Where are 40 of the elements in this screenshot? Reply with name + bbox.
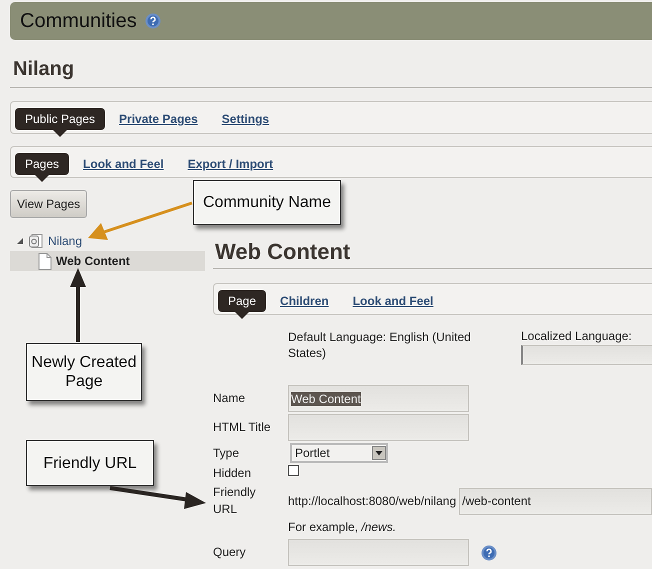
default-language-text: Default Language: English (United States) (288, 329, 472, 362)
text-field[interactable]: Web Content (288, 385, 469, 412)
field-label: Query (213, 544, 247, 561)
text-field[interactable] (288, 414, 469, 441)
community-title: Nilang (10, 56, 652, 88)
tab[interactable]: Children (270, 290, 339, 312)
tab[interactable]: Look and Feel (73, 153, 174, 175)
tree-item[interactable]: Nilang (48, 234, 82, 248)
text-field[interactable] (288, 539, 469, 566)
field-label: Friendly URL (213, 484, 257, 518)
callout-box: Newly Created Page (26, 343, 142, 401)
hint-text: For example, /news. (288, 520, 398, 536)
collapse-icon[interactable] (16, 237, 24, 245)
checkbox[interactable] (288, 465, 299, 476)
help-icon[interactable] (144, 13, 161, 29)
callout-box: Community Name (193, 180, 341, 225)
field-label: Name (213, 390, 246, 407)
tab[interactable]: Pages (15, 153, 70, 182)
friendly-url-field[interactable]: /web-content (459, 488, 652, 514)
page-icon (38, 252, 52, 270)
help-icon[interactable] (481, 544, 497, 560)
field-label: HTML Title (213, 419, 272, 436)
header-title: Communities (20, 10, 137, 32)
url-prefix: http://localhost:8080/web/nilang (288, 494, 456, 508)
localized-language-field[interactable] (521, 345, 652, 365)
callout-box: Friendly URL (26, 440, 154, 486)
page-title: Web Content (213, 228, 652, 269)
site-icon (28, 233, 44, 249)
tab[interactable]: Settings (212, 108, 280, 130)
tab[interactable]: Export / Import (178, 153, 284, 175)
tab[interactable]: Look and Feel (342, 290, 444, 312)
caret-icon (372, 446, 386, 460)
tab[interactable]: Public Pages (15, 108, 106, 137)
field-label: Hidden (213, 465, 252, 482)
field-label: Localized Language: (521, 329, 633, 343)
tab[interactable]: Private Pages (109, 108, 208, 130)
view-pages-button[interactable]: View Pages (10, 190, 88, 218)
tab[interactable]: Page (218, 290, 266, 319)
type-dropdown[interactable]: Portlet (290, 443, 388, 463)
field-label: Type (213, 444, 240, 462)
